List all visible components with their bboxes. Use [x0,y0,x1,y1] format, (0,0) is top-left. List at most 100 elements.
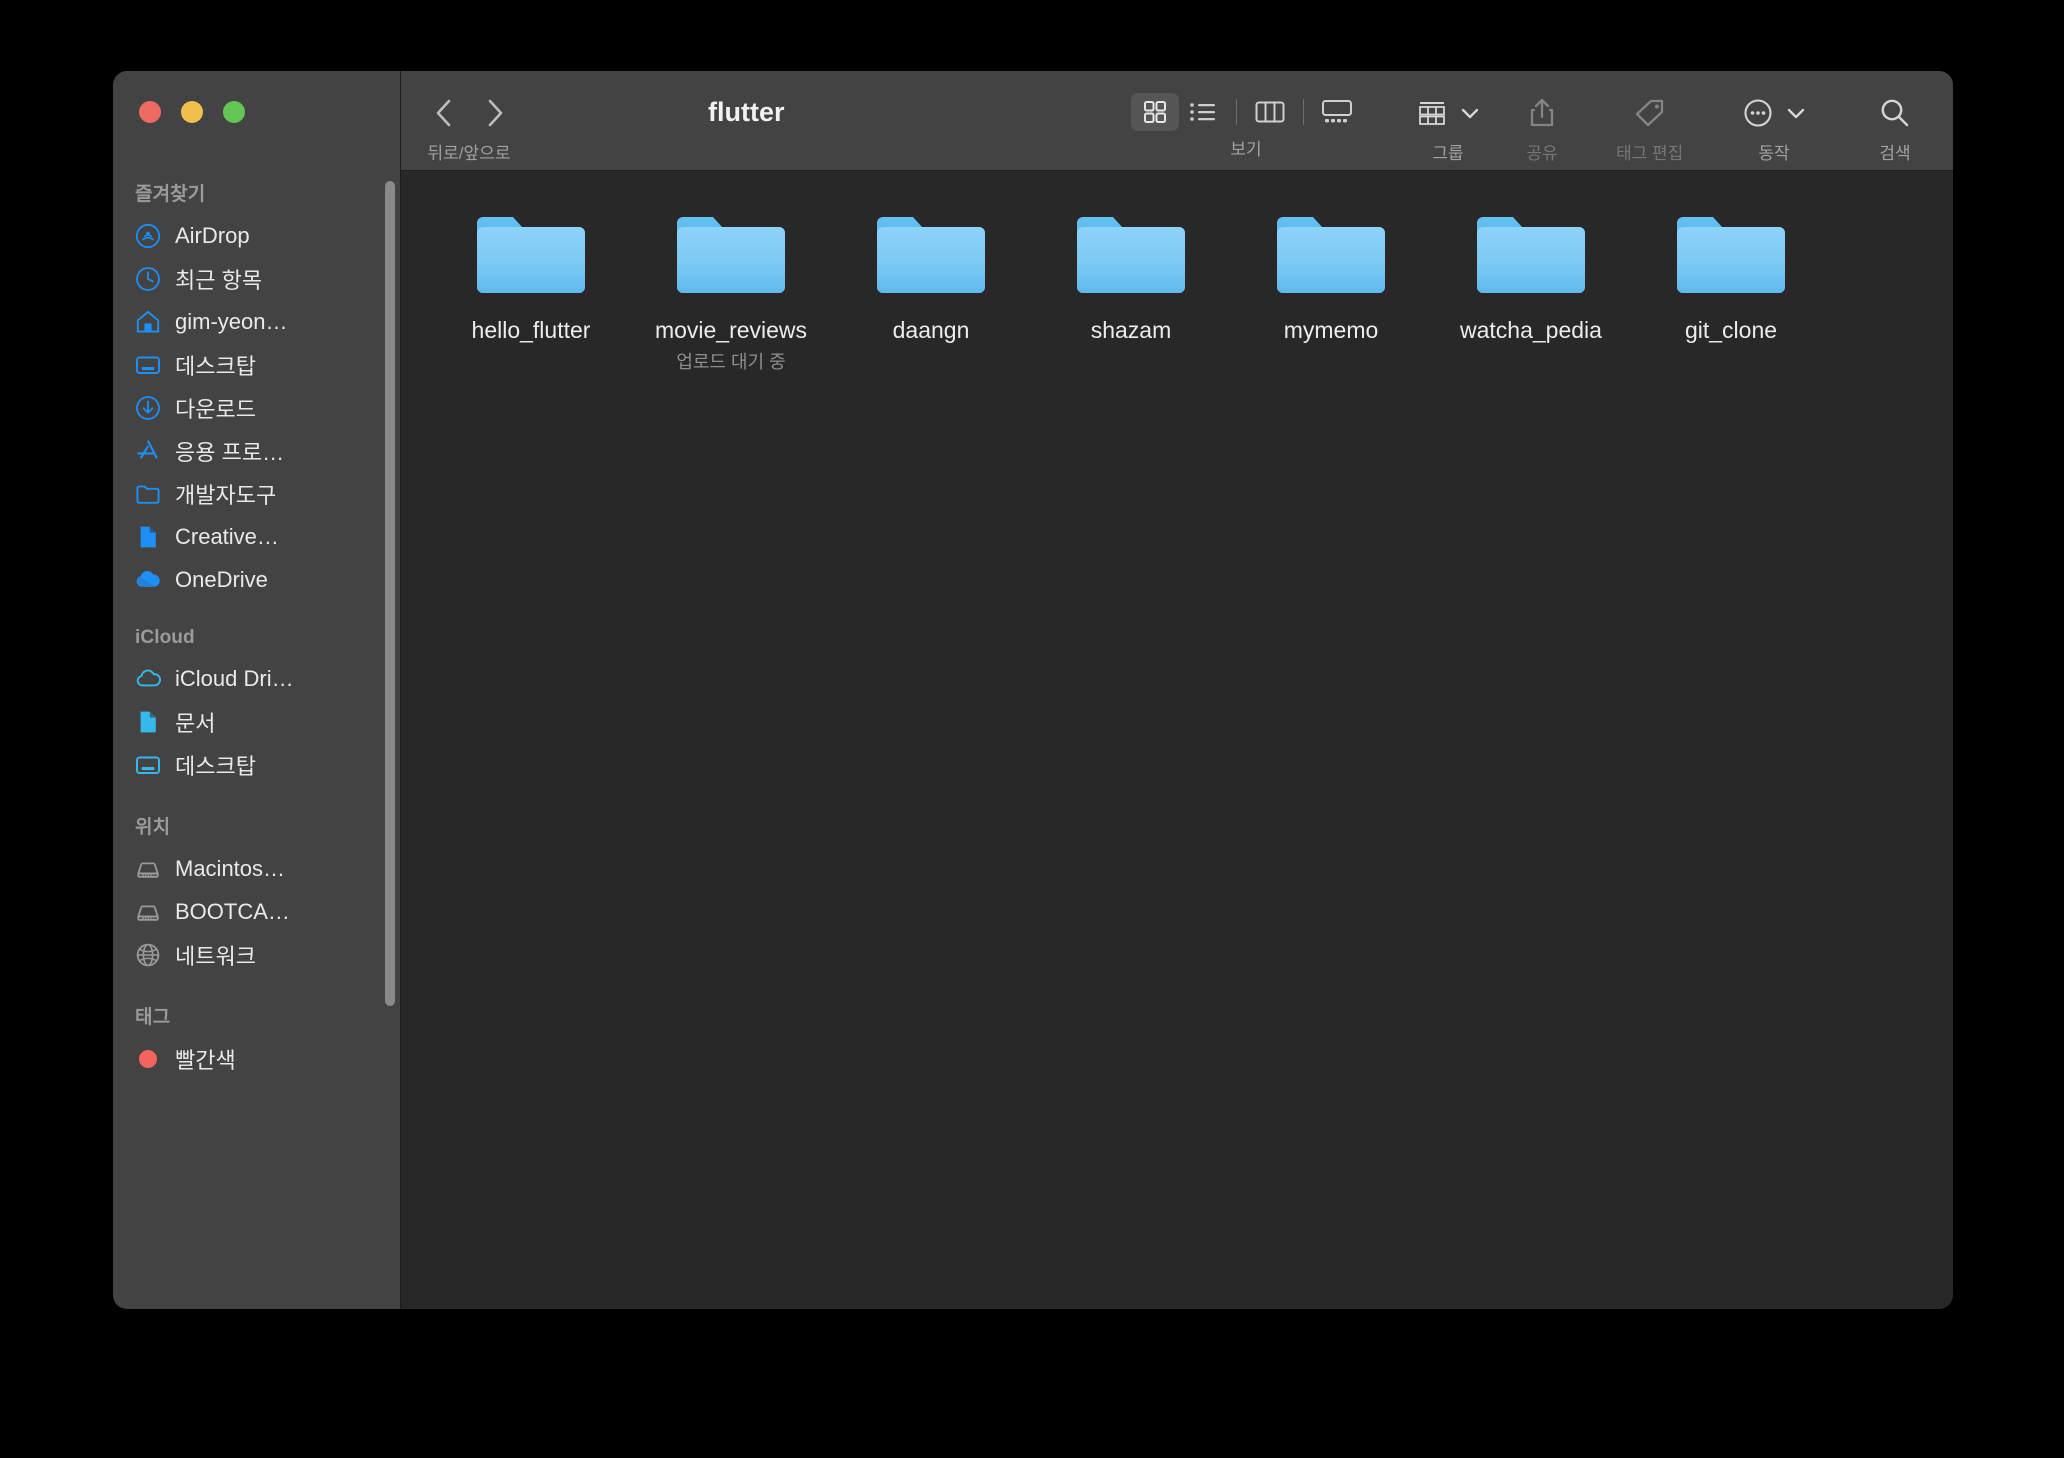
sidebar-item-8[interactable]: OneDrive [113,558,386,601]
sidebar: 즐겨찾기 AirDrop 최근 항목 gim-yeon… 데스크탑 다운로드 응… [113,71,400,1309]
sidebar-item-1[interactable]: 문서 [113,700,386,743]
file-grid: hello_flutter movie_reviews 업로드 대기 중 daa… [401,171,1953,1309]
window-controls [113,71,400,123]
sidebar-item-5[interactable]: 응용 프로… [113,429,386,472]
navigation-caption: 뒤로/앞으로 [427,144,511,163]
navigation-group: 뒤로/앞으로 [421,91,517,164]
file-name: movie_reviews [654,317,808,343]
harddisk-icon [137,904,159,921]
file-name: daangn [892,317,970,343]
toolbar-divider [1236,99,1237,125]
harddisk-icon [135,856,161,882]
file-item[interactable]: git_clone [1631,205,1831,392]
file-name: watcha_pedia [1460,317,1602,343]
minimize-button[interactable] [181,101,203,123]
sidebar-section-title: 태그 [135,1007,171,1028]
folder-icon [1077,217,1185,293]
toolbar: 뒤로/앞으로 flutter 보기 그룹 공유 태그 편집 동작 검색 [401,71,1953,171]
main-pane: 뒤로/앞으로 flutter 보기 그룹 공유 태그 편집 동작 검색 hell… [400,71,1953,1309]
search-group: 검색 [1875,91,1915,164]
file-item[interactable]: watcha_pedia [1431,205,1631,392]
sidebar-item-4[interactable]: 다운로드 [113,386,386,429]
cloud-icon [136,570,160,587]
share-icon [1530,98,1554,127]
file-item[interactable]: movie_reviews 업로드 대기 중 [631,205,831,392]
sidebar-section-title: 즐겨찾기 [135,184,206,205]
clock-icon [136,266,160,291]
sidebar-item-3[interactable]: 데스크탑 [113,343,386,386]
sidebar-section: 위치 Macintos… BOOTCA… 네트워크 [113,812,386,976]
sidebar-section-title: 위치 [135,817,171,838]
sidebar-item-0[interactable]: 빨간색 [113,1037,386,1080]
file-name: hello_flutter [471,317,591,343]
applications-icon [137,439,158,459]
file-status-text: 업로드 대기 중 [676,352,786,373]
desktop-icon [136,356,160,374]
file-item[interactable]: mymemo [1231,205,1431,392]
zoom-button[interactable] [223,101,245,123]
tag-dot-icon [135,1046,161,1072]
desktop-icon [135,352,161,378]
sidebar-section: 즐겨찾기 AirDrop 최근 항목 gim-yeon… 데스크탑 다운로드 응… [113,179,386,601]
back-button[interactable] [421,91,465,135]
sidebar-item-1[interactable]: BOOTCA… [113,890,386,933]
file-item[interactable]: daangn [831,205,1031,392]
search-caption: 검색 [1879,144,1911,163]
edit-tags-button[interactable] [1630,91,1670,135]
tag-dot-icon [139,1049,157,1068]
close-button[interactable] [139,101,161,123]
download-icon [136,395,160,420]
sidebar-item-label: Creative… [175,523,279,549]
sidebar-item-label: OneDrive [175,566,268,592]
sidebar-item-2[interactable]: 네트워크 [113,933,386,976]
airdrop-icon [135,223,161,249]
home-icon [135,309,161,335]
sidebar-item-label: iCloud Dri… [175,665,294,691]
sidebar-scroll-area: 즐겨찾기 AirDrop 최근 항목 gim-yeon… 데스크탑 다운로드 응… [113,159,400,1309]
sidebar-item-label: 데스크탑 [175,753,256,779]
harddisk-icon [135,899,161,925]
sidebar-item-2[interactable]: 데스크탑 [113,743,386,786]
sidebar-item-label: BOOTCA… [175,898,290,924]
sidebar-item-label: 문서 [175,710,216,736]
sidebar-item-0[interactable]: iCloud Dri… [113,657,386,700]
view-mode-gallery[interactable] [1313,93,1361,131]
search-button[interactable] [1875,91,1915,135]
sidebar-item-label: AirDrop [175,222,250,248]
file-item[interactable]: shazam [1031,205,1231,392]
action-button[interactable] [1739,91,1809,135]
document-icon [135,524,161,550]
group-by-group: 그룹 [1413,91,1483,164]
sidebar-item-label: 네트워크 [175,943,256,969]
share-group: 공유 [1523,91,1561,164]
folder-icon [136,484,160,504]
document-icon [140,526,156,547]
sidebar-item-2[interactable]: gim-yeon… [113,300,386,343]
folder-icon [1277,217,1385,293]
file-item[interactable]: hello_flutter [431,205,631,392]
sidebar-item-6[interactable]: 개발자도구 [113,472,386,515]
group-by-icon [1419,102,1445,125]
sidebar-item-1[interactable]: 최근 항목 [113,257,386,300]
share-caption: 공유 [1526,144,1558,163]
document-icon [135,709,161,735]
group-by-button[interactable] [1413,91,1483,135]
sidebar-item-7[interactable]: Creative… [113,515,386,558]
applications-icon [135,438,161,464]
document-icon [140,711,156,732]
harddisk-icon [137,861,159,878]
sidebar-item-label: Macintos… [175,855,286,881]
sidebar-item-0[interactable]: AirDrop [113,214,386,257]
sidebar-scrollbar[interactable] [385,181,395,1006]
finder-window: 즐겨찾기 AirDrop 최근 항목 gim-yeon… 데스크탑 다운로드 응… [113,71,1953,1309]
sidebar-item-label: 다운로드 [175,396,256,422]
sidebar-item-0[interactable]: Macintos… [113,847,386,890]
share-button[interactable] [1523,91,1561,135]
group-caption: 그룹 [1432,144,1464,163]
view-mode-icon[interactable] [1131,93,1179,131]
view-mode-column[interactable] [1246,93,1294,131]
forward-button[interactable] [473,91,517,135]
view-mode-list[interactable] [1179,93,1227,131]
network-globe-icon [135,942,161,968]
sidebar-section-title: iCloud [135,627,195,648]
